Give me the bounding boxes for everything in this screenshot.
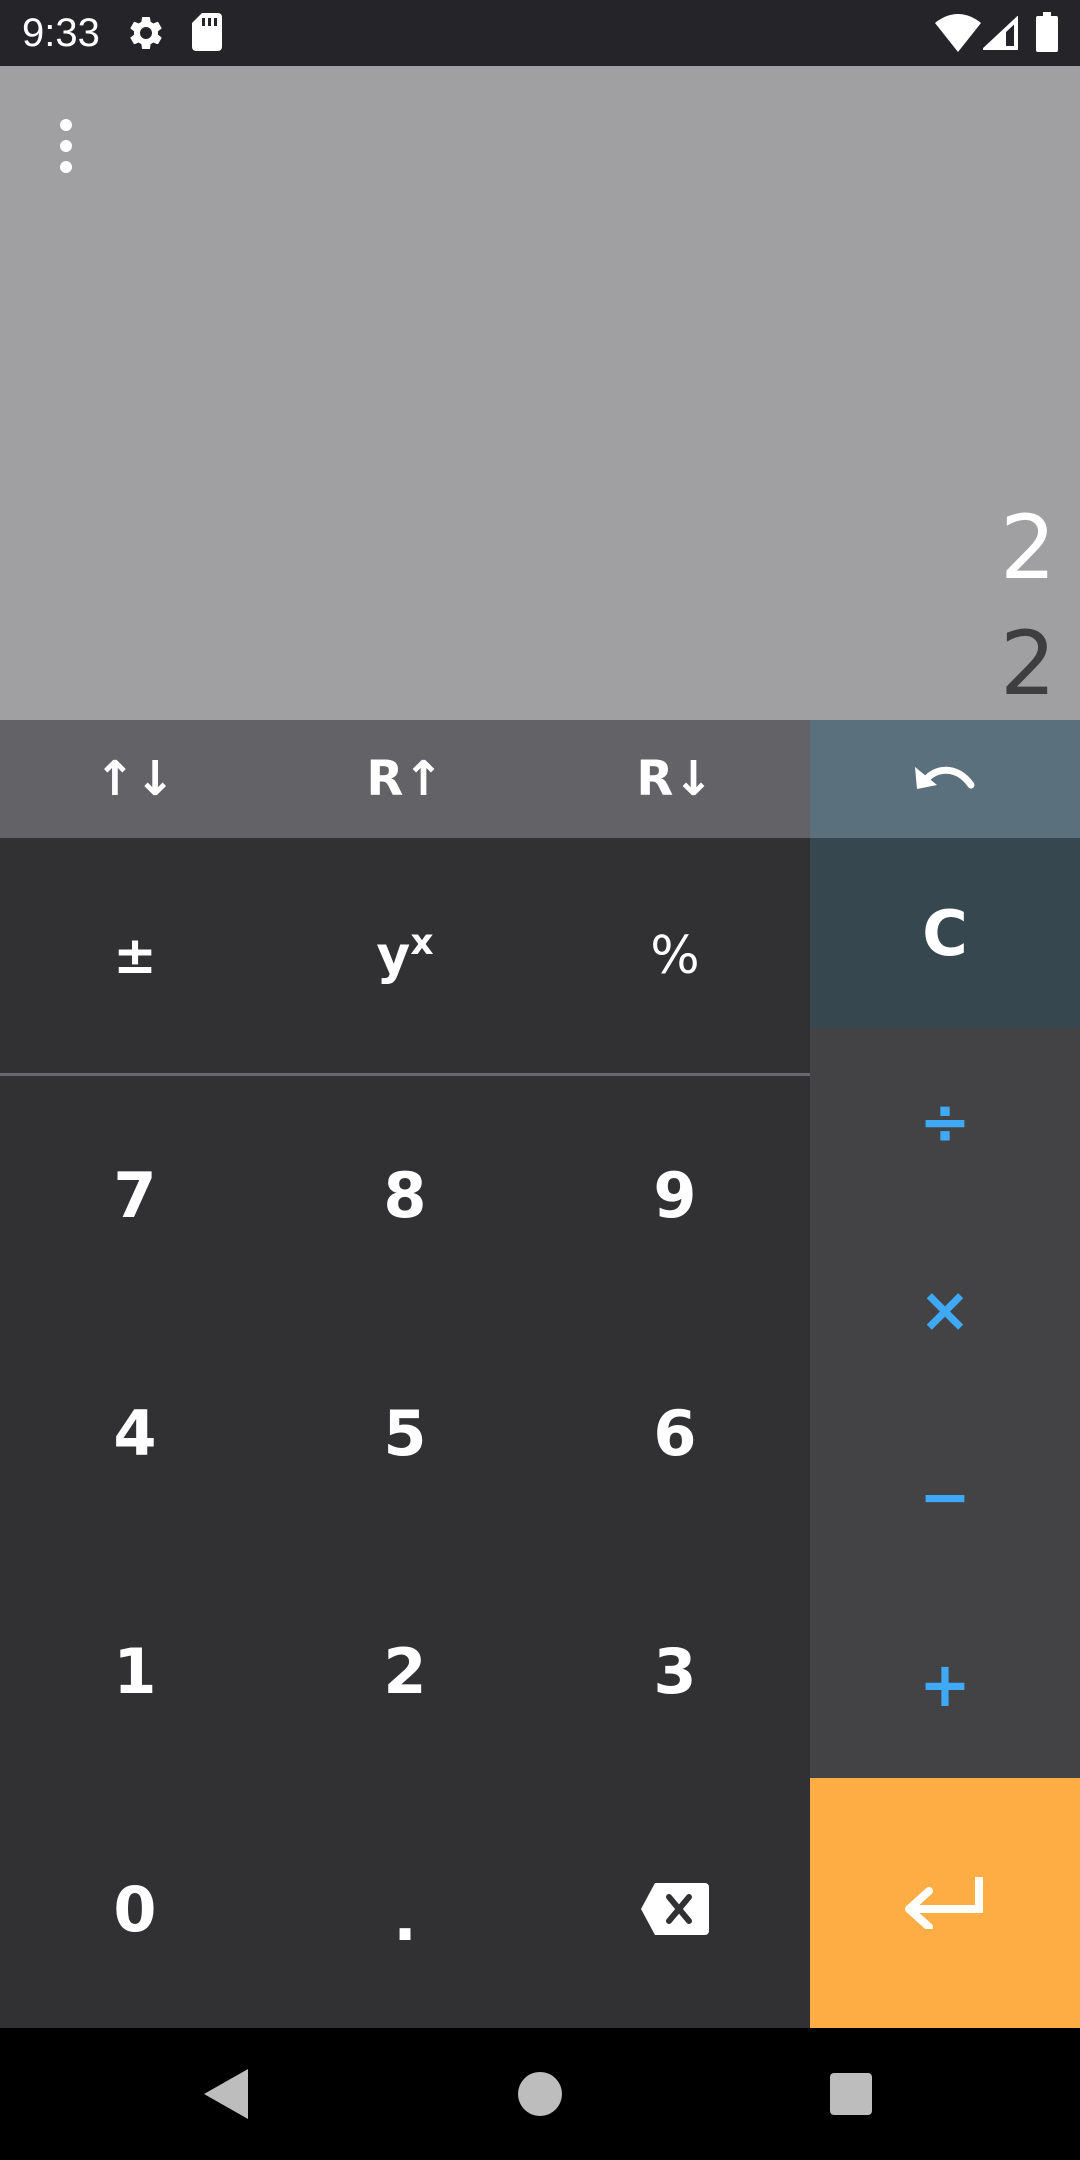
more-vert-icon[interactable] <box>44 106 88 186</box>
swap-button[interactable]: ↑↓ <box>0 720 270 838</box>
calculator-display: 2 2 <box>0 66 1080 720</box>
stack-register-x: 2 <box>1000 612 1056 715</box>
operators-column: ÷ × − + <box>810 1028 1080 1778</box>
status-time: 9:33 <box>22 11 100 55</box>
key-1[interactable]: 1 <box>0 1552 270 1790</box>
roll-up-button[interactable]: R↑ <box>270 720 540 838</box>
undo-button[interactable] <box>810 720 1080 838</box>
battery-icon <box>1036 12 1058 52</box>
back-icon[interactable] <box>204 2069 248 2119</box>
percent-button[interactable]: % <box>540 838 810 1074</box>
backspace-icon <box>641 1883 709 1935</box>
function-row: ± yx % <box>0 838 810 1074</box>
key-0[interactable]: 0 <box>0 1790 270 2028</box>
key-2[interactable]: 2 <box>270 1552 540 1790</box>
divide-button[interactable]: ÷ <box>810 1028 1080 1216</box>
key-3[interactable]: 3 <box>540 1552 810 1790</box>
key-5[interactable]: 5 <box>270 1314 540 1552</box>
decimal-button[interactable]: . <box>270 1790 540 2028</box>
recents-icon[interactable] <box>830 2073 872 2115</box>
multiply-button[interactable]: × <box>810 1216 1080 1404</box>
stack-register-y: 2 <box>1000 496 1056 599</box>
power-base: y <box>376 926 411 986</box>
undo-icon <box>915 766 975 789</box>
roll-down-button[interactable]: R↓ <box>540 720 810 838</box>
key-8[interactable]: 8 <box>270 1076 540 1314</box>
signal-icon <box>983 16 1018 50</box>
wifi-icon <box>935 14 981 52</box>
power-button[interactable]: yx <box>270 838 540 1074</box>
clear-button[interactable]: C <box>810 838 1080 1028</box>
key-4[interactable]: 4 <box>0 1314 270 1552</box>
gear-icon <box>130 16 162 49</box>
number-pad: 7 8 9 4 5 6 1 2 3 0 . <box>0 1076 810 2028</box>
backspace-button[interactable] <box>540 1790 810 2028</box>
negate-button[interactable]: ± <box>0 838 270 1074</box>
home-icon[interactable] <box>518 2072 562 2116</box>
enter-button[interactable] <box>810 1778 1080 2028</box>
key-6[interactable]: 6 <box>540 1314 810 1552</box>
key-7[interactable]: 7 <box>0 1076 270 1314</box>
enter-icon <box>905 1877 983 1929</box>
add-button[interactable]: + <box>810 1591 1080 1779</box>
power-exponent: x <box>410 921 434 963</box>
key-9[interactable]: 9 <box>540 1076 810 1314</box>
subtract-button[interactable]: − <box>810 1403 1080 1591</box>
stack-operations-row: ↑↓ R↑ R↓ <box>0 720 810 838</box>
sd-card-icon <box>192 13 222 51</box>
